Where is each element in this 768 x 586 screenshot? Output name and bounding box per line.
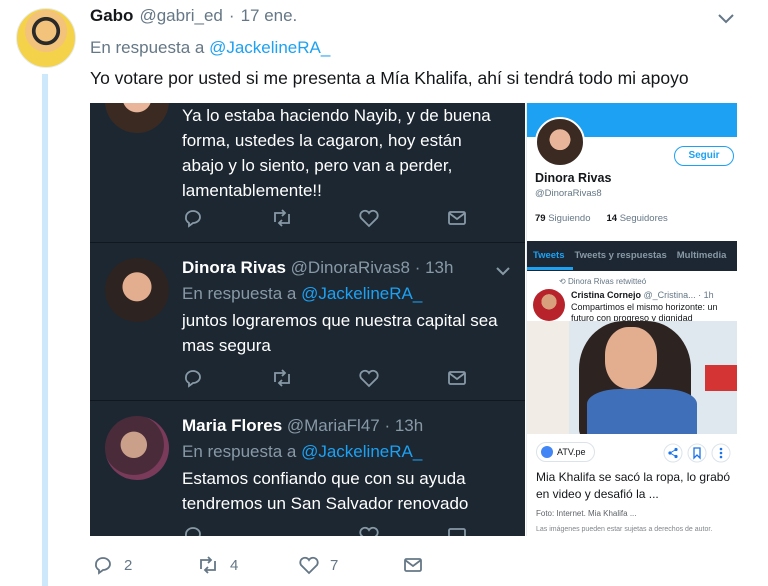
photo-detail xyxy=(605,327,657,389)
retweet-author: Cristina Cornejo @_Cristina... · 1h xyxy=(571,290,714,300)
globe-icon xyxy=(541,446,553,458)
retweet-button[interactable]: 4 xyxy=(196,554,238,576)
tweet-actions xyxy=(182,524,472,536)
tab-media: Multimedia xyxy=(676,250,727,261)
reply-context: En respuesta a @JackelineRA_ xyxy=(182,284,422,304)
source-name: ATV.pe xyxy=(557,447,586,457)
author-handle[interactable]: @gabri_ed xyxy=(139,6,222,26)
reply-count: 2 xyxy=(124,556,133,574)
tweet-timestamp[interactable]: 17 ene. xyxy=(241,6,298,26)
tweet-text: Yo votare por usted si me presenta a Mía… xyxy=(90,68,689,88)
reply-icon xyxy=(95,557,111,575)
reply-icon xyxy=(185,370,201,388)
active-tab-indicator xyxy=(527,267,573,270)
bookmark-icon xyxy=(687,443,707,463)
tab-more: M xyxy=(736,250,737,261)
author-avatar[interactable] xyxy=(16,8,76,68)
retweet-icon xyxy=(274,369,290,387)
reply-prefix: En respuesta a xyxy=(182,442,297,461)
tab-tweets: Tweets xyxy=(533,250,565,261)
heart-icon xyxy=(359,526,379,536)
profile-handle: @DinoraRivas8 xyxy=(535,188,602,199)
retweet-count: 4 xyxy=(230,556,239,574)
profile-stats: 79 Siguiendo 14 Seguidores xyxy=(535,213,668,224)
author-name-text: Dinora Rivas xyxy=(182,258,286,277)
author-name: Dinora Rivas @DinoraRivas8 · 13h xyxy=(182,258,453,278)
photo-detail xyxy=(587,389,697,434)
reply-prefix: En respuesta a xyxy=(182,284,297,303)
card-caption: Foto: Internet. Mia Khalifa ... xyxy=(536,509,637,518)
retweet-icon xyxy=(200,556,216,574)
envelope-icon xyxy=(448,371,466,385)
share-icon xyxy=(663,443,683,463)
followers-count: 14 xyxy=(606,213,618,224)
thread-connector-line xyxy=(42,74,48,586)
avatar xyxy=(105,258,169,322)
retweet-label: ⟲ Dinora Rivas retwitteó xyxy=(559,277,647,286)
tweet-text: juntos lograremos que nuestra capital se… xyxy=(182,311,498,355)
avatar xyxy=(533,289,565,321)
heart-icon xyxy=(359,369,379,388)
profile-name: Dinora Rivas xyxy=(535,171,612,185)
reply-icon xyxy=(185,527,201,536)
list-item: Ya lo estaba haciendo Nayib, y de buena … xyxy=(90,103,525,243)
retweet-author-name: Cristina Cornejo xyxy=(571,290,642,300)
reply-button[interactable]: 2 xyxy=(92,554,132,576)
avatar xyxy=(105,103,169,133)
tweet-header: Gabo @gabri_ed · 17 ene. xyxy=(90,6,297,26)
following-count: 79 xyxy=(535,213,546,224)
following-stat: 79 Siguiendo xyxy=(535,213,590,224)
direct-message-button[interactable] xyxy=(402,554,424,576)
chevron-down-icon xyxy=(496,267,510,276)
separator-dot: · xyxy=(228,6,235,25)
list-item: Dinora Rivas @DinoraRivas8 · 13h En resp… xyxy=(90,244,525,401)
tweet-actions xyxy=(182,207,472,229)
retweet-icon xyxy=(274,209,290,227)
author-handle: @MariaFl47 · 13h xyxy=(286,416,424,435)
profile-avatar xyxy=(535,117,585,167)
copyright-note: Las imágenes pueden estar sujetas a dere… xyxy=(536,526,713,533)
reply-icon xyxy=(185,210,201,228)
author-handle: @DinoraRivas8 · 13h xyxy=(290,258,454,277)
envelope-icon xyxy=(448,211,466,225)
profile-tabs: Tweets Tweets y respuestas Multimedia M xyxy=(533,250,737,261)
more-options-icon xyxy=(711,443,731,463)
reply-context: En respuesta a @JackelineRA_ xyxy=(90,38,330,58)
tweet-action-bar: 2 4 7 xyxy=(92,554,452,578)
heart-icon xyxy=(299,556,319,575)
reply-mention: @JackelineRA_ xyxy=(301,442,423,461)
embedded-image-profile[interactable]: Seguir Dinora Rivas @DinoraRivas8 79 Sig… xyxy=(526,103,737,536)
avatar xyxy=(105,416,169,480)
like-count: 7 xyxy=(330,556,339,574)
retweet-label-text: Dinora Rivas retwitteó xyxy=(567,277,647,286)
list-item: Maria Flores @MariaFl47 · 13h En respues… xyxy=(90,402,525,536)
card-title: Mia Khalifa se sacó la ropa, lo grabó en… xyxy=(536,470,731,501)
follow-button: Seguir xyxy=(674,146,734,166)
photo-detail xyxy=(705,365,737,391)
heart-icon xyxy=(359,209,379,228)
envelope-icon xyxy=(448,528,466,536)
followers-stat: 14 Seguidores xyxy=(606,213,667,224)
following-label: Siguiendo xyxy=(548,213,591,224)
reply-mention-link[interactable]: @JackelineRA_ xyxy=(209,38,330,57)
embedded-image-thread[interactable]: Ya lo estaba haciendo Nayib, y de buena … xyxy=(90,103,525,536)
author-name[interactable]: Gabo xyxy=(90,6,133,26)
source-chip: ATV.pe xyxy=(536,442,595,462)
author-name-text: Maria Flores xyxy=(182,416,283,435)
envelope-icon xyxy=(404,558,422,572)
tweet-text: Estamos confiando que con su ayuda tendr… xyxy=(182,469,469,513)
retweet-author-handle: @_Cristina... · 1h xyxy=(643,290,714,300)
author-name: Maria Flores @MariaFl47 · 13h xyxy=(182,416,423,436)
like-button[interactable]: 7 xyxy=(298,554,338,576)
reply-mention: @JackelineRA_ xyxy=(301,284,423,303)
reply-prefix: En respuesta a xyxy=(90,38,205,57)
chevron-down-icon[interactable] xyxy=(716,8,736,28)
tab-tweets-replies: Tweets y respuestas xyxy=(574,250,667,261)
followers-label: Seguidores xyxy=(619,213,668,224)
search-result-photo xyxy=(527,321,737,434)
tweet-actions xyxy=(182,367,472,389)
reply-context: En respuesta a @JackelineRA_ xyxy=(182,442,422,462)
tweet-text: Ya lo estaba haciendo Nayib, y de buena … xyxy=(182,106,491,200)
